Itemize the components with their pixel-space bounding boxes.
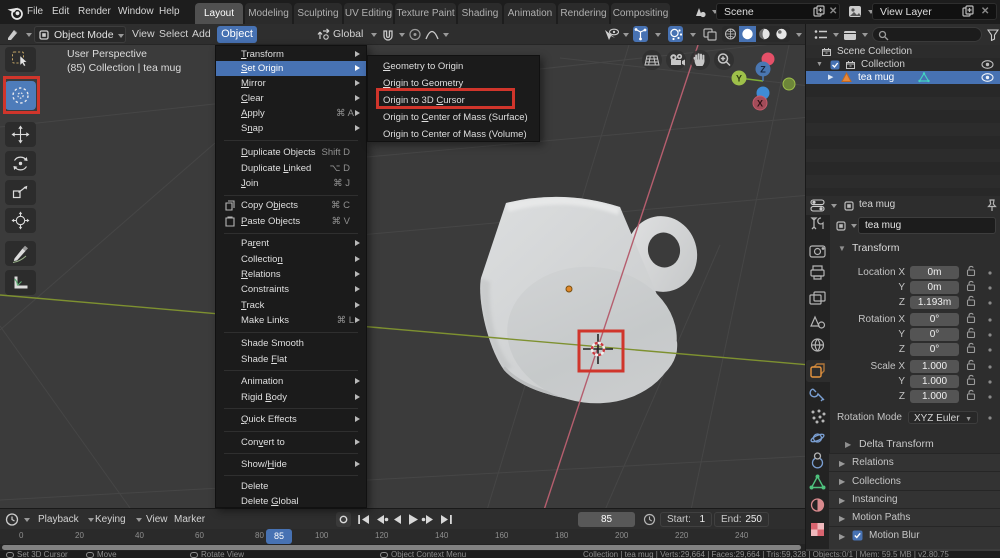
svg-text:Y: Y — [736, 74, 742, 84]
svg-text:Z: Z — [760, 65, 766, 75]
svg-text:X: X — [757, 99, 763, 109]
